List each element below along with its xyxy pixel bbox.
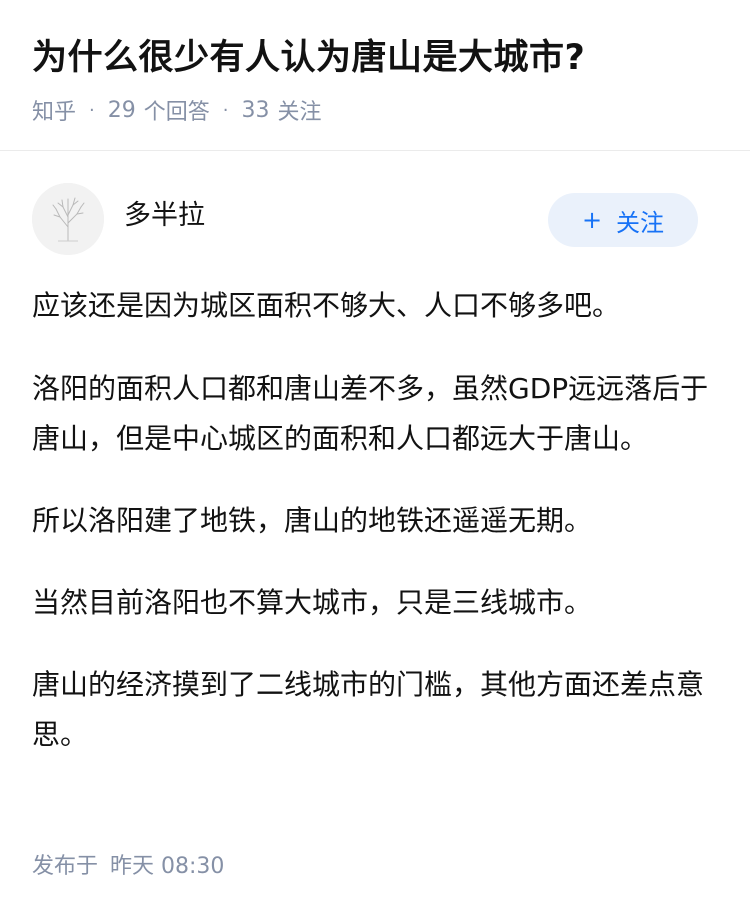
published-time[interactable]: 昨天 08:30: [110, 848, 224, 880]
answer-paragraph: 洛阳的面积人口都和唐山差不多，虽然GDP远远落后于唐山，但是中心城区的面积和人口…: [32, 372, 709, 455]
source-label[interactable]: 知乎: [32, 94, 76, 126]
plus-icon: +: [581, 206, 603, 234]
author-name[interactable]: 多半拉: [124, 196, 205, 236]
bare-tree-avatar-icon: [32, 183, 104, 255]
followers-label: 关注: [277, 100, 322, 125]
avatar[interactable]: [32, 183, 104, 255]
follow-label: 关注: [616, 208, 665, 237]
answer-paragraph: 唐山的经济摸到了二线城市的门槛，其他方面还差点意思。: [32, 668, 705, 751]
answers-count: 29: [107, 97, 136, 123]
answer-body: 应该还是因为城区面积不够大、人口不够多吧。 洛阳的面积人口都和唐山差不多，虽然G…: [32, 281, 712, 792]
question-title[interactable]: 为什么很少有人认为唐山是大城市?: [32, 34, 585, 82]
question-header: 为什么很少有人认为唐山是大城市? 知乎 · 29 个回答 · 33 关注: [0, 0, 750, 151]
author-row: 多半拉 + 关注: [0, 183, 750, 257]
follow-button[interactable]: + 关注: [548, 193, 698, 247]
answer-paragraph: 所以洛阳建了地铁，唐山的地铁还遥遥无期。: [32, 504, 593, 537]
meta-separator: ·: [222, 99, 229, 121]
answer-paragraph: 应该还是因为城区面积不够大、人口不够多吧。: [32, 289, 621, 322]
published-label: 发布于: [32, 854, 99, 879]
followers-count: 33: [241, 97, 270, 123]
answers-label: 个回答: [143, 100, 210, 125]
question-meta: 知乎 · 29 个回答 · 33 关注: [32, 92, 322, 128]
answer-meta: 发布于 昨天 08:30: [32, 846, 224, 882]
answer-paragraph: 当然目前洛阳也不算大城市，只是三线城市。: [32, 586, 593, 619]
meta-separator: ·: [89, 99, 95, 121]
